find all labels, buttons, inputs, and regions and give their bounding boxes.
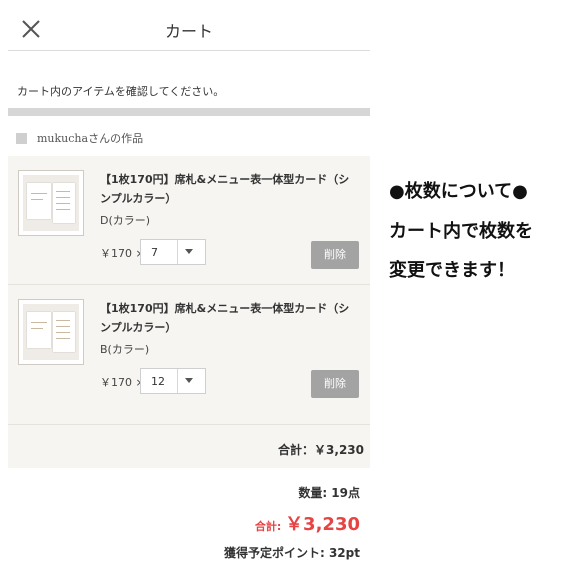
- section-divider: [8, 108, 370, 116]
- total-label: 合計:: [254, 520, 286, 533]
- delete-button[interactable]: 削除: [311, 370, 359, 398]
- thumbnail-card-right: [53, 183, 75, 223]
- item-variant: B(カラー): [100, 343, 150, 356]
- item-price: ￥170 ×: [100, 247, 145, 260]
- annotation-heading: ●枚数について●: [389, 181, 528, 202]
- thumbnail-card-left: [27, 183, 51, 219]
- item-name[interactable]: 【1枚170円】席札&メニュー表一体型カード（シンプルカラー）: [100, 299, 360, 337]
- thumbnail-line: [56, 209, 70, 210]
- shop-name: mukuchaさんの作品: [37, 132, 144, 145]
- quantity-value: 7: [151, 246, 158, 259]
- subtotal-row: 合計：￥3,230: [8, 424, 370, 469]
- thumbnail-card-right: [53, 312, 75, 352]
- select-divider: [177, 240, 178, 264]
- annotation-line: カート内で枚数を: [389, 221, 533, 242]
- thumbnail-card-left: [27, 312, 51, 348]
- quantity-select[interactable]: 12: [140, 368, 206, 394]
- total-price: 合計: ￥3,230: [255, 510, 360, 536]
- thumbnail-line: [31, 328, 43, 329]
- total-quantity: 数量: 19点: [298, 486, 360, 500]
- reward-points: 獲得予定ポイント: 32pt: [223, 546, 360, 560]
- chevron-down-icon: [185, 249, 193, 254]
- thumbnail-line: [56, 320, 70, 321]
- thumbnail-line: [56, 197, 70, 198]
- thumbnail-line: [56, 332, 70, 333]
- thumbnail-line: [31, 322, 47, 323]
- item-variant: D(カラー): [100, 214, 151, 227]
- thumbnail-line: [31, 199, 43, 200]
- cart-item: 【1枚170円】席札&メニュー表一体型カード（シンプルカラー） B(カラー) ￥…: [8, 284, 370, 413]
- thumbnail-line: [56, 338, 70, 339]
- total-value: ￥3,230: [285, 514, 360, 535]
- chevron-down-icon: [185, 378, 193, 383]
- cart-item: 【1枚170円】席札&メニュー表一体型カード（シンプルカラー） D(カラー) ￥…: [8, 156, 370, 284]
- thumbnail-image: [23, 175, 79, 231]
- cart-items: 【1枚170円】席札&メニュー表一体型カード（シンプルカラー） D(カラー) ￥…: [8, 156, 370, 468]
- thumbnail-line: [31, 193, 47, 194]
- quantity-select[interactable]: 7: [140, 239, 206, 265]
- item-price: ￥170 ×: [100, 376, 145, 389]
- select-divider: [177, 369, 178, 393]
- item-name[interactable]: 【1枚170円】席札&メニュー表一体型カード（シンプルカラー）: [100, 170, 360, 208]
- subtotal: 合計：￥3,230: [278, 443, 364, 457]
- item-thumbnail[interactable]: [18, 170, 84, 236]
- thumbnail-image: [23, 304, 79, 360]
- item-thumbnail[interactable]: [18, 299, 84, 365]
- cart-panel: カート カート内のアイテムを確認してください。 mukuchaさんの作品 【1枚…: [0, 0, 370, 583]
- page-title: カート: [164, 22, 213, 41]
- shop-row: mukuchaさんの作品: [16, 128, 143, 148]
- delete-button[interactable]: 削除: [311, 241, 359, 269]
- quantity-value: 12: [151, 375, 165, 388]
- cart-header: カート: [8, 0, 370, 51]
- shop-checkbox[interactable]: [16, 132, 27, 144]
- confirm-message: カート内のアイテムを確認してください。: [17, 85, 225, 98]
- annotation-line: 変更できます！: [389, 260, 515, 281]
- thumbnail-line: [56, 191, 70, 192]
- thumbnail-line: [56, 203, 70, 204]
- thumbnail-line: [56, 326, 70, 327]
